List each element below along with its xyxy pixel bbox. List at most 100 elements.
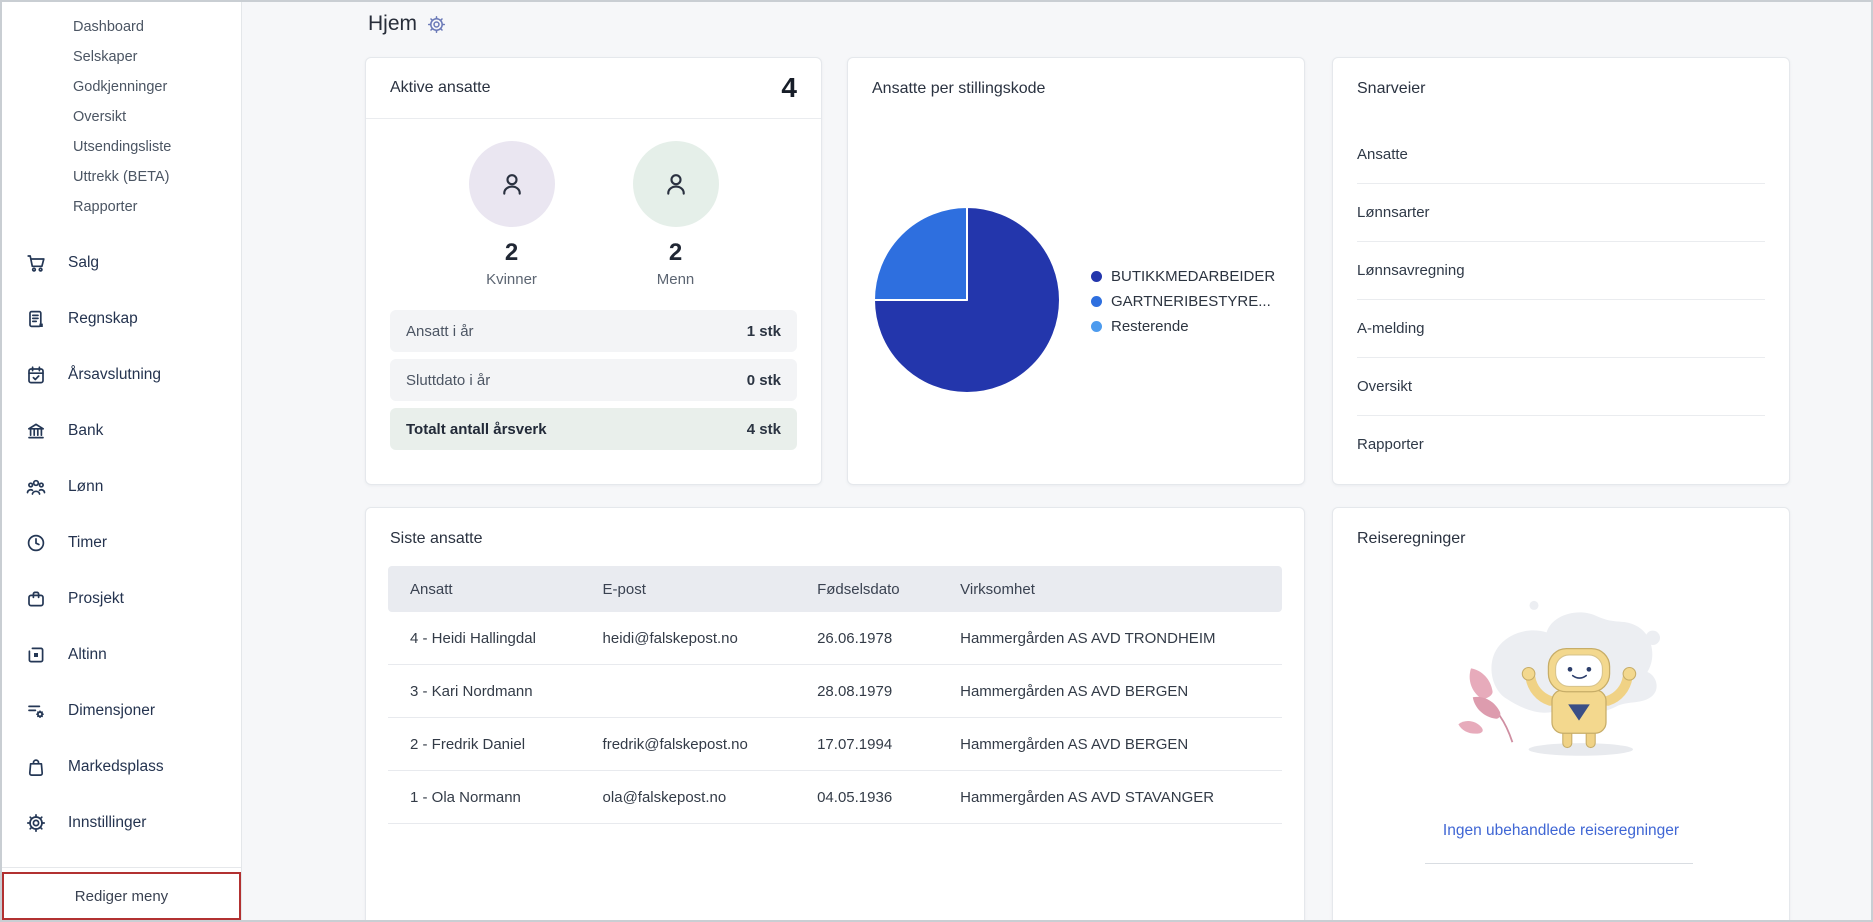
sidebar-submenu-item[interactable]: Uttrekk (BETA) — [2, 162, 241, 192]
gear-icon — [26, 813, 46, 833]
sidebar-item[interactable]: Lønn — [2, 467, 241, 507]
stat-label: Sluttdato i år — [406, 371, 491, 389]
legend-dot — [1091, 296, 1102, 307]
cart-icon — [26, 253, 46, 273]
calendar-check-icon — [26, 365, 46, 385]
table-row[interactable]: 2 - Fredrik Daniel fredrik@falskepost.no… — [388, 718, 1282, 771]
shortcut-link[interactable]: Lønnsavregning — [1357, 242, 1765, 300]
sidebar-item-label: Bank — [68, 422, 104, 439]
column-header: Fødselsdato — [817, 580, 900, 598]
clock-icon — [26, 533, 46, 553]
travel-expenses-link[interactable]: Ingen ubehandlede reiseregninger — [1333, 822, 1789, 840]
sidebar-item-label: Altinn — [68, 646, 107, 663]
sidebar-item-label: Markedsplass — [68, 758, 164, 775]
sidebar-item[interactable]: Regnskap — [2, 299, 241, 339]
legend-label: Resterende — [1111, 318, 1189, 335]
document-icon — [26, 309, 46, 329]
sidebar-item[interactable]: Årsavslutning — [2, 355, 241, 395]
column-header: E-post — [602, 580, 646, 598]
sidebar-item-label: Dimensjoner — [68, 702, 156, 719]
sidebar-item-label: Innstillinger — [68, 814, 147, 831]
card-title: Ansatte per stillingskode — [872, 80, 1046, 97]
cell-fodselsdato: 04.05.1936 — [817, 788, 893, 806]
cell-virksomhet: Hammergården AS AVD TRONDHEIM — [960, 629, 1216, 647]
gender-circle — [632, 141, 719, 227]
gender-groups: 2 Kvinner 2 Menn — [366, 141, 821, 288]
shortcut-link[interactable]: Ansatte — [1357, 126, 1765, 184]
card-title: Snarveier — [1357, 80, 1426, 97]
stat-label: Ansatt i år — [406, 322, 474, 340]
shortcut-link[interactable]: Oversikt — [1357, 358, 1765, 416]
legend-dot — [1091, 321, 1102, 332]
legend-row: BUTIKKMEDARBEIDER — [1091, 264, 1275, 289]
sidebar-item[interactable]: Salg — [2, 243, 241, 283]
table-row[interactable]: 4 - Heidi Hallingdal heidi@falskepost.no… — [388, 612, 1282, 665]
gender-group: 2 Kvinner — [452, 141, 572, 288]
sidebar-item-label: Timer — [68, 534, 108, 551]
sidebar-item-label: Årsavslutning — [68, 366, 162, 383]
employee-stats: Ansatt i år 1 stk Sluttdato i år 0 stk T… — [390, 310, 797, 450]
sidebar-item[interactable]: Prosjekt — [2, 579, 241, 619]
sidebar-item[interactable]: Timer — [2, 523, 241, 563]
employees-per-jobcode-card: Ansatte per stillingskode BUTIKKMEDARBEI… — [847, 57, 1305, 485]
card-title: Reiseregninger — [1357, 530, 1466, 547]
person-icon — [666, 174, 685, 195]
table-row[interactable]: 3 - Kari Nordmann 28.08.1979 Hammergårde… — [388, 665, 1282, 718]
legend-row: GARTNERIBESTYRE... — [1091, 289, 1275, 314]
sidebar-submenu-item[interactable]: Godkjenninger — [2, 72, 241, 102]
altinn-frame-icon — [26, 645, 46, 665]
stat-row: Ansatt i år 1 stk — [390, 310, 797, 352]
cell-fodselsdato: 26.06.1978 — [817, 629, 893, 647]
shortcut-link[interactable]: A-melding — [1357, 300, 1765, 358]
stat-value: 1 stk — [746, 322, 781, 340]
sidebar-item[interactable]: Markedsplass — [2, 747, 241, 787]
sidebar-item[interactable]: Innstillinger — [2, 803, 241, 843]
sidebar-submenu-item[interactable]: Dashboard — [2, 12, 241, 42]
sidebar-item-label: Lønn — [68, 478, 104, 495]
shortcut-link[interactable]: Rapporter — [1357, 416, 1765, 473]
latest-employees-card: Siste ansatte Ansatt E-post Fødselsdato … — [365, 507, 1305, 920]
sidebar-submenu-item[interactable]: Rapporter — [2, 192, 241, 222]
column-header: Ansatt — [410, 580, 453, 598]
sidebar-bottom-divider — [2, 867, 241, 868]
page-title: Hjem — [368, 12, 418, 35]
stat-value: 0 stk — [746, 371, 781, 389]
cell-virksomhet: Hammergården AS AVD STAVANGER — [960, 788, 1215, 806]
gear-icon[interactable] — [427, 15, 446, 34]
cell-fodselsdato: 28.08.1979 — [817, 682, 893, 700]
pie-slice — [873, 206, 968, 301]
cell-ansatt: 2 - Fredrik Daniel — [410, 735, 526, 753]
stat-label: Totalt antall årsverk — [406, 420, 547, 438]
cell-virksomhet: Hammergården AS AVD BERGEN — [960, 735, 1189, 753]
cell-fodselsdato: 17.07.1994 — [817, 735, 893, 753]
active-employees-header: Aktive ansatte 4 — [366, 58, 821, 119]
travel-expenses-card: Reiseregninger Ingen ubehandlede reisere… — [1332, 507, 1790, 920]
gender-label: Kvinner — [486, 271, 537, 288]
cell-ansatt: 1 - Ola Normann — [410, 788, 521, 806]
cell-epost: ola@falskepost.no — [602, 788, 727, 806]
people-icon — [26, 477, 46, 497]
sidebar-submenu-item[interactable]: Selskaper — [2, 42, 241, 72]
gender-count: 2 — [504, 239, 519, 266]
sidebar-item[interactable]: Altinn — [2, 635, 241, 675]
sidebar-item[interactable]: Bank — [2, 411, 241, 451]
cell-ansatt: 3 - Kari Nordmann — [410, 682, 533, 700]
legend-row: Resterende — [1091, 314, 1275, 339]
active-employees-total: 4 — [781, 72, 797, 103]
sidebar-submenu-item[interactable]: Oversikt — [2, 102, 241, 132]
shortcuts-card: Snarveier Ansatte Lønnsarter Lønnsavregn… — [1332, 57, 1790, 485]
table-row[interactable]: 1 - Ola Normann ola@falskepost.no 04.05.… — [388, 771, 1282, 824]
gender-count: 2 — [668, 239, 683, 266]
shopping-bag-icon — [26, 757, 46, 777]
shortcut-links: Ansatte Lønnsarter Lønnsavregning A-meld… — [1333, 126, 1789, 473]
column-header: Virksomhet — [960, 580, 1035, 598]
edit-menu-button[interactable]: Rediger meny — [2, 872, 241, 920]
gender-circle — [468, 141, 555, 227]
sidebar-item-label: Salg — [68, 254, 100, 271]
gender-group: 2 Menn — [616, 141, 736, 288]
legend-dot — [1091, 271, 1102, 282]
sidebar-item[interactable]: Dimensjoner — [2, 691, 241, 731]
shortcut-link[interactable]: Lønnsarter — [1357, 184, 1765, 242]
legend-label: GARTNERIBESTYRE... — [1111, 293, 1271, 310]
sidebar-submenu-item[interactable]: Utsendingsliste — [2, 132, 241, 162]
